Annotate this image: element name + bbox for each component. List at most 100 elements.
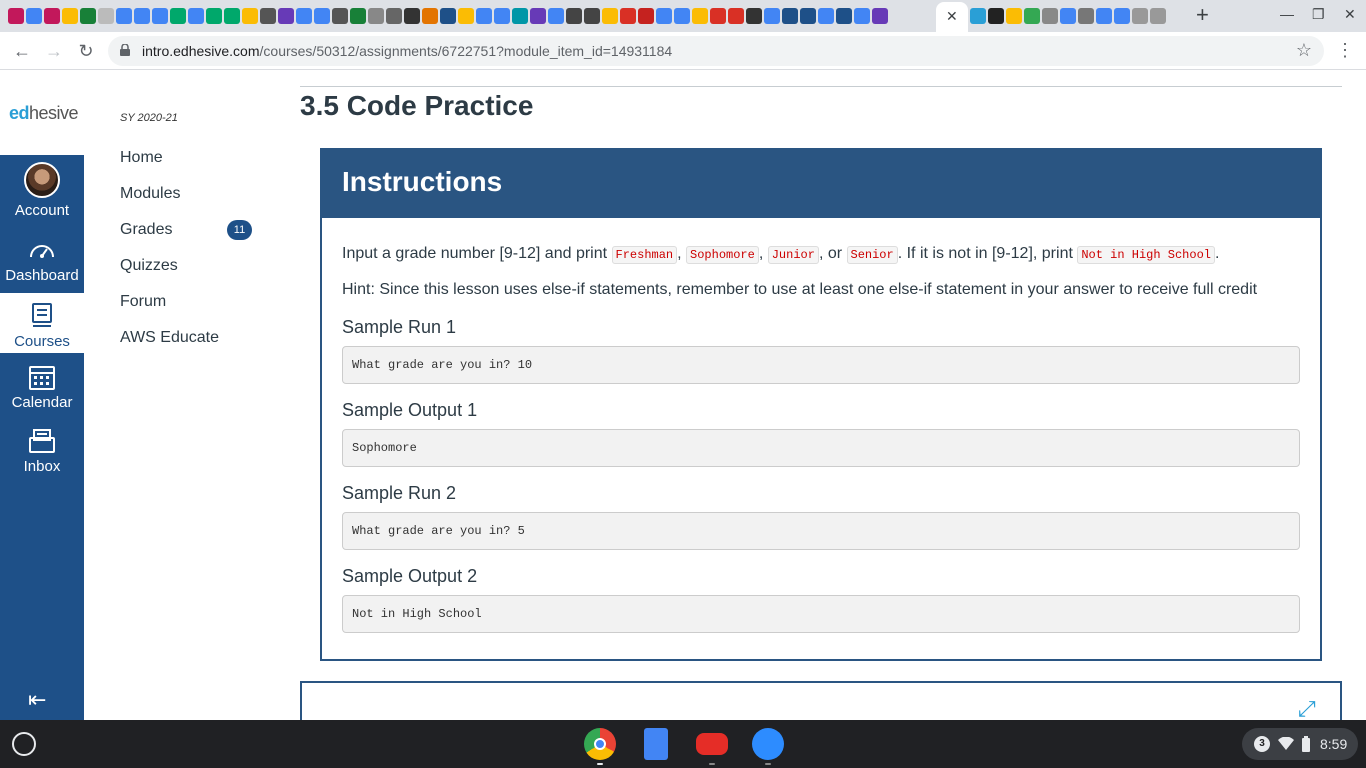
tab-favicon[interactable] <box>80 8 96 24</box>
course-nav-modules[interactable]: Modules <box>120 185 180 203</box>
youtube-app-icon[interactable] <box>696 733 728 755</box>
tab-favicon[interactable] <box>314 8 330 24</box>
tab-favicon[interactable] <box>746 8 762 24</box>
tab-favicon[interactable] <box>1024 8 1040 24</box>
tab-favicon[interactable] <box>404 8 420 24</box>
tab-favicon[interactable] <box>152 8 168 24</box>
close-icon[interactable]: ✕ <box>946 8 958 25</box>
calendar-icon <box>29 366 55 390</box>
tab-favicon[interactable] <box>692 8 708 24</box>
tab-favicon[interactable] <box>782 8 798 24</box>
tab-favicon[interactable] <box>476 8 492 24</box>
tab-favicon[interactable] <box>98 8 114 24</box>
tab-favicon[interactable] <box>8 8 24 24</box>
tab-favicon[interactable] <box>26 8 42 24</box>
chrome-app-icon[interactable] <box>584 728 616 760</box>
tab-favicon[interactable] <box>620 8 636 24</box>
bookmark-star-icon[interactable]: ☆ <box>1296 40 1312 61</box>
google-docs-app-icon[interactable] <box>644 728 668 760</box>
global-nav-label: Dashboard <box>5 267 79 284</box>
browser-menu-icon[interactable]: ⋮ <box>1336 40 1354 61</box>
tab-favicon[interactable] <box>674 8 690 24</box>
course-nav-forum[interactable]: Forum <box>120 293 166 311</box>
tab-favicon[interactable] <box>458 8 474 24</box>
tab-favicon[interactable] <box>134 8 150 24</box>
tab-favicon[interactable] <box>1042 8 1058 24</box>
tab-favicon[interactable] <box>1114 8 1130 24</box>
tab-favicon[interactable] <box>1078 8 1094 24</box>
tab-favicon[interactable] <box>548 8 564 24</box>
tab-favicon[interactable] <box>872 8 888 24</box>
tab-favicon[interactable] <box>970 8 986 24</box>
course-nav-aws-educate[interactable]: AWS Educate <box>120 329 219 347</box>
tab-favicon[interactable] <box>260 8 276 24</box>
instructions-heading: Instructions <box>342 166 503 197</box>
new-tab-button[interactable]: + <box>1196 4 1209 26</box>
tab-favicon[interactable] <box>242 8 258 24</box>
status-tray[interactable]: 3 8:59 <box>1242 728 1358 760</box>
close-window-button[interactable]: ✕ <box>1344 6 1356 23</box>
global-nav-account[interactable]: Account <box>0 162 84 219</box>
tab-favicon[interactable] <box>188 8 204 24</box>
tab-favicon[interactable] <box>988 8 1004 24</box>
tab-favicon[interactable] <box>116 8 132 24</box>
tab-favicon[interactable] <box>368 8 384 24</box>
course-nav-home[interactable]: Home <box>120 149 163 167</box>
tab-favicon[interactable] <box>638 8 654 24</box>
tab-favicon[interactable] <box>44 8 60 24</box>
edhesive-logo[interactable]: edhesive <box>0 71 84 155</box>
tab-favicon[interactable] <box>584 8 600 24</box>
notification-count[interactable]: 3 <box>1254 736 1270 752</box>
course-nav-grades[interactable]: Grades <box>120 221 172 239</box>
tab-favicon[interactable] <box>494 8 510 24</box>
tab-favicon[interactable] <box>602 8 618 24</box>
active-tab[interactable]: ✕ <box>936 2 968 32</box>
tab-favicon[interactable] <box>800 8 816 24</box>
reload-button[interactable]: ↻ <box>74 40 98 62</box>
tab-favicon[interactable] <box>386 8 402 24</box>
tab-favicon[interactable] <box>1132 8 1148 24</box>
tab-favicon[interactable] <box>1060 8 1076 24</box>
expand-icon[interactable]: ⤢ <box>1298 696 1316 722</box>
tab-favicon[interactable] <box>278 8 294 24</box>
global-nav-courses[interactable]: Courses <box>0 293 84 353</box>
course-nav-quizzes[interactable]: Quizzes <box>120 257 178 275</box>
tab-favicon[interactable] <box>440 8 456 24</box>
tab-favicon[interactable] <box>350 8 366 24</box>
tab-favicon[interactable] <box>62 8 78 24</box>
address-bar[interactable]: intro.edhesive.com/courses/50312/assignm… <box>108 36 1324 66</box>
url-text[interactable]: intro.edhesive.com/courses/50312/assignm… <box>142 43 672 59</box>
forward-button[interactable]: → <box>42 40 66 62</box>
tab-favicon[interactable] <box>764 8 780 24</box>
tab-favicon[interactable] <box>566 8 582 24</box>
tab-favicon[interactable] <box>422 8 438 24</box>
tab-favicon[interactable] <box>332 8 348 24</box>
collapse-nav-icon[interactable]: ⇤ <box>28 687 46 713</box>
tab-favicon[interactable] <box>836 8 852 24</box>
global-nav-calendar[interactable]: Calendar <box>0 364 84 411</box>
code-junior: Junior <box>767 246 819 264</box>
back-button[interactable]: ← <box>10 40 34 62</box>
tab-favicon[interactable] <box>530 8 546 24</box>
tab-favicon[interactable] <box>206 8 222 24</box>
tab-favicon[interactable] <box>728 8 744 24</box>
tab-favicon[interactable] <box>512 8 528 24</box>
tab-favicon[interactable] <box>818 8 834 24</box>
tab-favicon[interactable] <box>710 8 726 24</box>
tab-favicon[interactable] <box>170 8 186 24</box>
tab-favicon[interactable] <box>1006 8 1022 24</box>
tab-favicon[interactable] <box>1150 8 1166 24</box>
restore-button[interactable]: ❐ <box>1312 6 1325 23</box>
tab-favicons-right[interactable] <box>970 8 1180 24</box>
global-nav-dashboard[interactable]: Dashboard <box>0 239 84 284</box>
minimize-button[interactable]: — <box>1280 6 1294 22</box>
launcher-icon[interactable] <box>12 732 36 756</box>
pinned-tab-favicons[interactable] <box>8 8 934 24</box>
tab-favicon[interactable] <box>854 8 870 24</box>
tab-favicon[interactable] <box>1096 8 1112 24</box>
tab-favicon[interactable] <box>224 8 240 24</box>
tab-favicon[interactable] <box>656 8 672 24</box>
global-nav-inbox[interactable]: Inbox <box>0 428 84 475</box>
tab-favicon[interactable] <box>296 8 312 24</box>
zoom-app-icon[interactable] <box>752 728 784 760</box>
